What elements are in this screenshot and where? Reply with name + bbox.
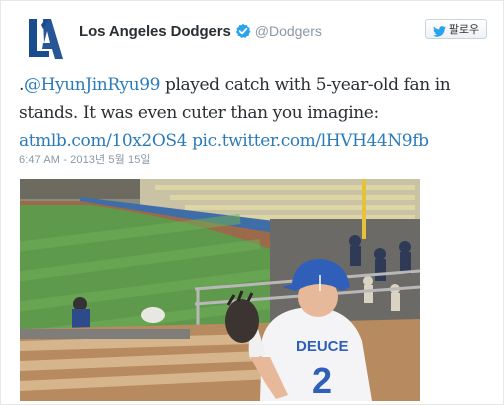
twitter-bird-icon [432,24,446,37]
tweet-text-line1-rest: played catch with 5-year-old fan in [160,75,451,95]
author-line: Los Angeles Dodgers @Dodgers [79,20,322,42]
follow-button[interactable]: 팔로우 [425,19,487,39]
embedded-tweet: Los Angeles Dodgers @Dodgers 팔로우 .@HyunJ… [0,0,504,405]
tweet-text: .@HyunJinRyu99 played catch with 5-year-… [19,71,489,155]
jersey-name-text: DEUCE [296,338,349,355]
jersey-number-text: 2 [312,360,332,401]
tweet-text-line-2: stands. It was even cuter than you imagi… [19,103,379,123]
tweet-media-photo[interactable]: DEUCE 2 [20,179,420,401]
dodgers-logo-avatar[interactable] [19,15,67,63]
photo-boy-playing-catch: DEUCE 2 [20,179,420,401]
la-logo-icon [29,19,63,59]
follow-label: 팔로우 [448,24,480,36]
mention-link[interactable]: @HyunJinRyu99 [24,75,160,95]
author-handle[interactable]: @Dodgers [255,23,322,39]
verified-badge-icon [235,23,251,39]
tweet-text-line-1: .@HyunJinRyu99 played catch with 5-year-… [19,71,489,99]
short-url-link[interactable]: atmlb.com/10x2OS4 [19,131,187,151]
author-name[interactable]: Los Angeles Dodgers [79,23,231,40]
pic-url-link[interactable]: pic.twitter.com/lHVH44N9fb [192,131,429,151]
tweet-timestamp[interactable]: 6:47 AM - 2013년 5월 15일 [19,151,151,167]
